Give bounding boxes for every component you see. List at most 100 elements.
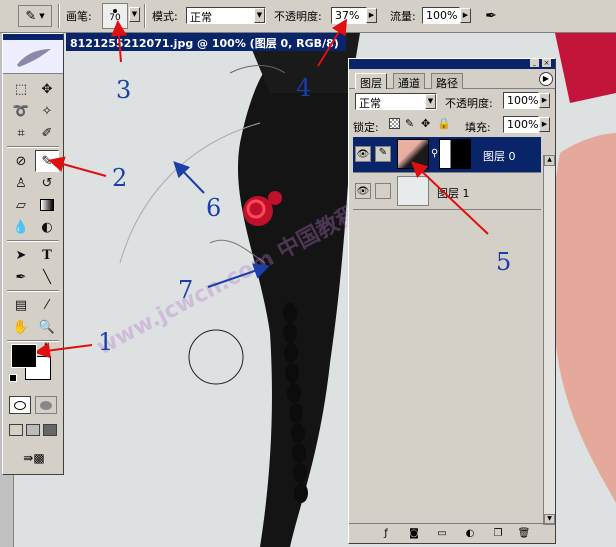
fill-value: 100% — [507, 118, 539, 131]
tab-layers[interactable]: 图层 — [355, 73, 387, 90]
new-group-button[interactable]: ▭ — [435, 527, 449, 541]
path-selection-tool[interactable]: ➤ — [9, 244, 33, 266]
history-brush-tool[interactable]: ↺ — [35, 172, 59, 194]
marquee-tool[interactable]: ⬚ — [9, 78, 33, 100]
separator — [58, 4, 60, 28]
layer-row-0[interactable]: 👁 ✎ ⚲ 图层 0 — [353, 137, 541, 173]
lock-position-icon[interactable]: ✥ — [421, 117, 430, 130]
opacity-value: 37% — [335, 9, 360, 22]
visibility-eye-icon[interactable]: 👁 — [355, 146, 371, 162]
slice-tool[interactable]: ✐ — [35, 122, 59, 144]
opacity-slider-button[interactable]: ▶ — [366, 8, 377, 23]
adjustment-layer-button[interactable]: ◐ — [463, 527, 477, 541]
fill-label: 填充: — [465, 121, 491, 134]
standard-mode-icon — [14, 400, 26, 410]
separator — [7, 340, 59, 342]
tab-channels[interactable]: 通道 — [393, 73, 425, 90]
separator — [144, 4, 146, 28]
quick-mask-button[interactable] — [35, 396, 57, 414]
annotation-4: 4 — [296, 74, 312, 102]
layer-name: 图层 1 — [437, 187, 470, 200]
mode-label: 模式: — [152, 10, 178, 23]
annotation-6: 6 — [206, 194, 222, 222]
layer-name: 图层 0 — [483, 150, 516, 163]
visibility-eye-icon[interactable]: 👁 — [355, 183, 371, 199]
lasso-tool[interactable]: ➰ — [9, 100, 33, 122]
move-tool[interactable]: ✥ — [35, 78, 59, 100]
mode-dropdown[interactable]: ▼ — [254, 8, 265, 23]
flow-value: 100% — [426, 9, 458, 22]
brush-dropdown[interactable]: ▼ — [129, 7, 140, 22]
layer-thumbnail — [397, 139, 429, 169]
airbrush-icon: ✒ — [485, 8, 497, 24]
delete-layer-button[interactable]: 🗑 — [517, 527, 531, 541]
chevron-down-icon: ▼ — [39, 12, 45, 20]
tab-paths[interactable]: 路径 — [431, 73, 463, 90]
layer-opacity-slider-button[interactable]: ▶ — [539, 93, 550, 108]
clone-stamp-tool[interactable]: ♙ — [9, 172, 33, 194]
flow-input[interactable]: 100% — [422, 7, 460, 24]
foreground-color-swatch[interactable] — [11, 344, 37, 368]
lock-pixels-icon[interactable]: ✎ — [405, 117, 414, 130]
lock-transparency-icon[interactable] — [389, 118, 400, 129]
layer-mask-thumbnail[interactable] — [439, 139, 471, 169]
screen-mode-standard[interactable] — [9, 424, 23, 436]
zoom-tool[interactable]: 🔍 — [35, 316, 59, 338]
brush-link-icon[interactable]: ✎ — [375, 146, 391, 162]
brush-size: 70 — [109, 13, 121, 23]
lock-label: 锁定: — [353, 121, 379, 134]
lock-all-icon[interactable]: 🔒 — [437, 117, 451, 130]
layer-row-1[interactable]: 👁 图层 1 — [353, 174, 541, 210]
separator — [7, 146, 59, 148]
mode-value: 正常 — [190, 11, 212, 24]
pen-tool[interactable]: ✒ — [9, 266, 33, 288]
annotation-1: 1 — [98, 328, 114, 356]
line-tool[interactable]: ╲ — [35, 266, 59, 288]
opacity-input[interactable]: 37% — [331, 7, 367, 24]
flow-slider-button[interactable]: ▶ — [460, 8, 471, 23]
fill-slider-button[interactable]: ▶ — [539, 117, 550, 132]
layers-scrollbar[interactable]: ▲ ▼ — [543, 155, 555, 525]
crop-tool[interactable]: ⌗ — [9, 122, 33, 144]
annotation-7: 7 — [178, 276, 194, 304]
brush-picker[interactable]: 70 — [102, 3, 128, 29]
dodge-tool[interactable]: ◐ — [35, 216, 59, 238]
toolbox: ⬚ ✥ ➰ ✧ ⌗ ✐ ⊘ ✎ ♙ ↺ ▱ 💧 ◐ ➤ T ✒ ╲ ▤ ⁄ ✋ … — [2, 33, 64, 475]
type-tool[interactable]: T — [35, 244, 59, 266]
minimize-icon[interactable]: _ — [530, 59, 539, 67]
swap-colors-icon[interactable]: ↰ — [43, 342, 51, 352]
layers-panel-footer: ƒ ◙ ▭ ◐ ❐ 🗑 — [349, 523, 555, 543]
magic-wand-tool[interactable]: ✧ — [35, 100, 59, 122]
scroll-up-button[interactable]: ▲ — [544, 155, 555, 166]
airbrush-button[interactable]: ✒ — [480, 5, 502, 27]
eyedropper-tool[interactable]: ⁄ — [35, 294, 59, 316]
separator — [7, 290, 59, 292]
notes-tool[interactable]: ▤ — [9, 294, 33, 316]
blur-tool[interactable]: 💧 — [9, 216, 33, 238]
close-icon[interactable]: × — [542, 59, 551, 67]
new-layer-button[interactable]: ❐ — [491, 527, 505, 541]
screen-mode-full-menu[interactable] — [26, 424, 40, 436]
feather-logo-icon[interactable] — [3, 40, 63, 74]
layers-panel-tabs: 图层 通道 路径 ▶ — [349, 69, 555, 90]
layer-link-box[interactable] — [375, 183, 391, 199]
blend-mode-value: 正常 — [359, 97, 381, 110]
blend-mode-dropdown[interactable]: ▼ — [425, 94, 436, 109]
fill-input[interactable]: 100% — [503, 116, 539, 133]
eraser-tool[interactable]: ▱ — [9, 194, 33, 216]
jump-to-imageready-button[interactable]: ⇛▩ — [11, 448, 57, 468]
document-title: 8121255212071.jpg @ 100% (图层 0, RGB/8) — [66, 33, 346, 51]
gradient-tool[interactable] — [35, 194, 59, 216]
panel-menu-button[interactable]: ▶ — [539, 72, 553, 86]
standard-mode-button[interactable] — [9, 396, 31, 414]
tool-preset-picker[interactable]: ✎ ▼ — [18, 5, 52, 27]
healing-brush-tool[interactable]: ⊘ — [9, 150, 33, 172]
layer-style-button[interactable]: ƒ — [379, 527, 393, 541]
layer-opacity-input[interactable]: 100% — [503, 92, 539, 109]
add-mask-button[interactable]: ◙ — [407, 527, 421, 541]
screen-mode-full[interactable] — [43, 424, 57, 436]
default-colors-icon[interactable] — [9, 374, 17, 382]
brush-tool[interactable]: ✎ — [35, 150, 59, 172]
layer-thumbnail — [397, 176, 429, 206]
hand-tool[interactable]: ✋ — [9, 316, 33, 338]
